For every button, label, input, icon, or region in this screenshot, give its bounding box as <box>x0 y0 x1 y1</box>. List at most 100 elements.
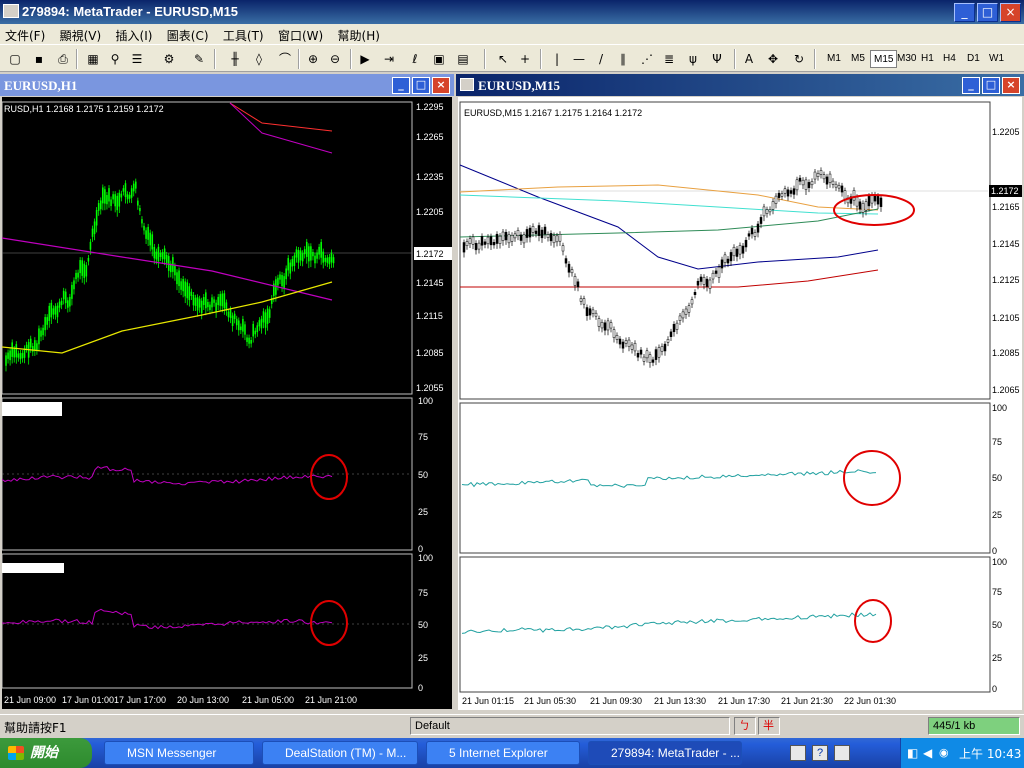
chart-close-button[interactable]: × <box>432 77 450 94</box>
new-icon[interactable]: ▢ <box>6 50 24 68</box>
price-chart-h1[interactable]: RUSD,H1 1.2168 1.2175 1.2159 1.2172 1.229… <box>2 97 452 709</box>
label-icon[interactable]: ✥ <box>764 50 782 68</box>
candle-body <box>537 225 541 236</box>
candle-body <box>303 249 306 255</box>
fibo-fan-icon[interactable]: Ψ <box>708 50 726 68</box>
candle-body <box>128 194 131 199</box>
chart-window-titlebar[interactable]: EURUSD,M15 _ □ × <box>456 74 1024 96</box>
time-tick-label: 22 Jun 01:30 <box>844 696 896 706</box>
line-chart-icon[interactable]: ⌒ <box>276 50 294 68</box>
tray-icon[interactable]: ◉ <box>939 746 949 759</box>
chart-close-button[interactable]: × <box>1002 77 1020 94</box>
price-chart-m15[interactable]: EURUSD,M15 1.2167 1.2175 1.2164 1.2172 1.… <box>458 97 1022 710</box>
network-icon[interactable]: ◧ <box>907 746 918 760</box>
task-msn-messenger[interactable]: MSN Messenger <box>104 741 254 765</box>
trendline-icon[interactable]: / <box>592 50 610 68</box>
crosshair-icon[interactable]: + <box>516 50 534 68</box>
chart-shift-icon[interactable]: ⇥ <box>380 50 398 68</box>
candle-body <box>176 272 178 285</box>
chart-window-titlebar[interactable]: EURUSD,H1 _ □ × <box>0 74 454 96</box>
close-button[interactable]: × <box>1000 3 1021 22</box>
price-tick-label: 1.2295 <box>416 102 444 112</box>
bar-chart-icon[interactable]: ╫ <box>226 50 244 68</box>
menu-file[interactable]: 文件(F) <box>0 24 51 44</box>
arrows-icon[interactable]: ↻ <box>790 50 808 68</box>
price-tick-label: 1.2205 <box>992 127 1020 137</box>
candle-body <box>651 359 655 363</box>
timeframe-d1[interactable]: D1 <box>964 50 983 68</box>
candle-body <box>636 352 640 358</box>
price-tick-label: 1.2235 <box>416 172 444 182</box>
vertical-line-icon[interactable]: | <box>548 50 566 68</box>
menu-tools[interactable]: 工具(T) <box>218 24 270 44</box>
save-icon[interactable]: ▪ <box>30 50 48 68</box>
expert-icon[interactable]: ✎ <box>190 50 208 68</box>
candle-body <box>843 190 847 200</box>
candle-body <box>858 201 862 210</box>
cursor-icon[interactable]: ↖ <box>494 50 512 68</box>
channel-icon[interactable]: ∥ <box>614 50 632 68</box>
fibonacci-icon[interactable]: ≣ <box>660 50 678 68</box>
maximize-button[interactable]: □ <box>977 3 998 22</box>
timeframe-m5[interactable]: M5 <box>848 50 868 68</box>
options-icon[interactable]: ⚙ <box>160 50 178 68</box>
timeframe-w1[interactable]: W1 <box>986 50 1007 68</box>
market-watch-icon[interactable]: ▦ <box>84 50 102 68</box>
menu-window[interactable]: 窗口(W) <box>273 24 329 44</box>
menu-help[interactable]: 幫助(H) <box>333 24 386 44</box>
chart-maximize-button[interactable]: □ <box>412 77 430 94</box>
candle-body <box>174 265 176 276</box>
horizontal-line-icon[interactable]: — <box>570 50 588 68</box>
menu-view[interactable]: 顯視(V) <box>55 24 108 44</box>
timeframe-m30[interactable]: M30 <box>894 50 919 68</box>
candle-body <box>93 221 96 235</box>
zoom-in-icon[interactable]: ⊕ <box>304 50 322 68</box>
task-metatrader[interactable]: 279894: MetaTrader - ... <box>588 741 742 765</box>
indicators-icon[interactable]: ℓ <box>406 50 424 68</box>
menu-insert[interactable]: 插入(I) <box>111 24 159 44</box>
candle-chart-icon[interactable]: ◊ <box>250 50 268 68</box>
tray-app-icon[interactable] <box>790 745 806 761</box>
candle-body <box>209 304 211 310</box>
text-icon[interactable]: A <box>740 50 758 68</box>
candle-body <box>233 313 236 320</box>
candle-body <box>75 272 77 280</box>
candle-body <box>264 312 267 328</box>
ime-width-icon[interactable]: 半 <box>758 717 780 735</box>
timeframe-m1[interactable]: M1 <box>824 50 844 68</box>
candle-body <box>89 241 92 250</box>
pitchfork-icon[interactable]: ψ <box>684 50 702 68</box>
data-window-icon[interactable]: ⚲ <box>106 50 124 68</box>
timeframe-h1[interactable]: H1 <box>918 50 937 68</box>
candle-body <box>714 270 718 274</box>
chart-maximize-button[interactable]: □ <box>982 77 1000 94</box>
tray-app-icon-2[interactable] <box>834 745 850 761</box>
navigator-icon[interactable]: ☰ <box>128 50 146 68</box>
menu-chart[interactable]: 圖表(C) <box>162 24 215 44</box>
minimize-button[interactable]: _ <box>954 3 975 22</box>
templates-icon[interactable]: ▤ <box>454 50 472 68</box>
volume-icon[interactable]: ◀ <box>923 746 932 760</box>
candle-body <box>786 189 790 197</box>
candle-body <box>60 300 63 306</box>
gann-fan-icon[interactable]: ⋰ <box>638 50 656 68</box>
task-dealstation[interactable]: DealStation (TM) - M... <box>262 741 418 765</box>
candle-body <box>25 344 28 349</box>
print-icon[interactable]: ⎙ <box>54 50 72 68</box>
periods-icon[interactable]: ▣ <box>430 50 448 68</box>
candle-body <box>603 322 607 331</box>
candle-body <box>211 297 213 308</box>
candle-body <box>852 190 856 201</box>
app-icon <box>3 4 19 18</box>
ime-mode-icon[interactable]: ㄅ <box>734 717 756 735</box>
zoom-out-icon[interactable]: ⊖ <box>326 50 344 68</box>
osc-tick-label: 75 <box>992 587 1002 597</box>
help-tray-icon[interactable]: ? <box>812 745 828 761</box>
chart-minimize-button[interactable]: _ <box>962 77 980 94</box>
autoscroll-icon[interactable]: ▶ <box>356 50 374 68</box>
candle-body <box>91 228 94 237</box>
task-internet-explorer[interactable]: 5 Internet Explorer <box>426 741 580 765</box>
chart-minimize-button[interactable]: _ <box>392 77 410 94</box>
timeframe-h4[interactable]: H4 <box>940 50 959 68</box>
candle-body <box>217 296 219 306</box>
